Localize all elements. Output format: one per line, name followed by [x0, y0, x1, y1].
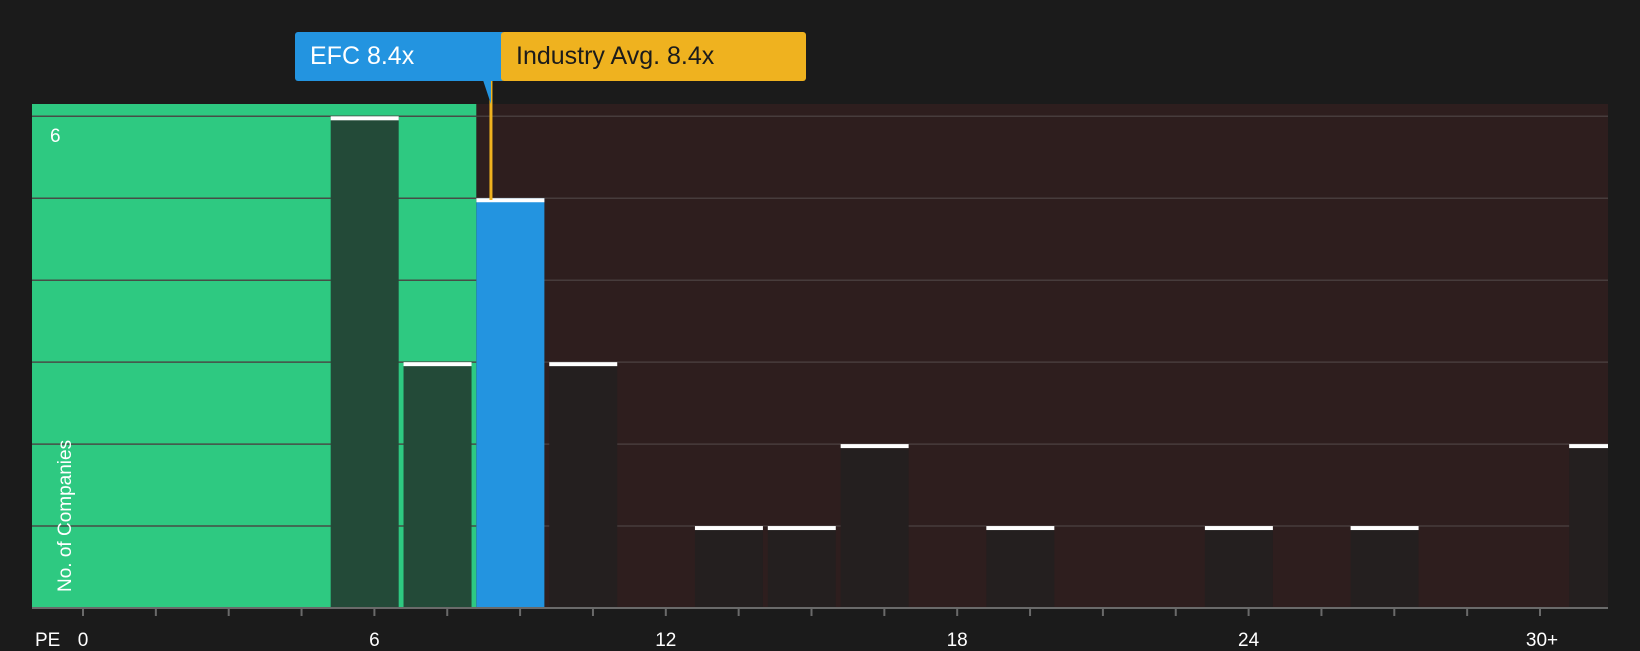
- bar-cap-4: [694, 526, 763, 531]
- bar-0: [330, 116, 399, 608]
- bar-5: [767, 526, 836, 608]
- x-tick-label: 24: [1238, 630, 1260, 651]
- x-tick-label: 18: [946, 630, 968, 651]
- y-axis-title: No. of Companies: [55, 439, 76, 592]
- bar-6: [840, 444, 909, 608]
- bar-cap-6: [840, 444, 909, 449]
- bar-cap-8: [1204, 526, 1273, 531]
- bar-3: [549, 362, 618, 608]
- bar-8: [1204, 526, 1273, 608]
- bar-7: [986, 526, 1055, 608]
- x-tick-label: 12: [655, 630, 677, 651]
- company-pe-callout: EFC 8.4x: [295, 32, 505, 81]
- x-axis-title: PE: [35, 630, 61, 651]
- bar-1: [403, 362, 472, 608]
- bar-cap-3: [549, 362, 618, 367]
- bar-cap-0: [330, 116, 399, 121]
- bar-highlight-company: [476, 198, 545, 608]
- chart-plot-area: [32, 80, 1608, 616]
- bar-10: [1569, 444, 1608, 608]
- bar-9: [1350, 526, 1419, 608]
- bar-4: [694, 526, 763, 608]
- bar-cap-9: [1350, 526, 1419, 531]
- industry-average-callout: Industry Avg. 8.4x: [501, 32, 806, 81]
- x-tick-label: 0: [77, 630, 89, 651]
- bar-cap-1: [403, 362, 472, 367]
- bar-cap-5: [767, 526, 836, 531]
- pe-distribution-chart: EFC 8.4x Industry Avg. 8.4x 6 No. of Com…: [0, 0, 1640, 651]
- bar-cap-2: [476, 198, 545, 203]
- bar-cap-7: [986, 526, 1055, 531]
- y-tick-label-max: 6: [50, 126, 61, 147]
- x-tick-label: 6: [369, 630, 380, 651]
- x-tick-label: 30+: [1525, 630, 1559, 651]
- bar-cap-10: [1569, 444, 1608, 449]
